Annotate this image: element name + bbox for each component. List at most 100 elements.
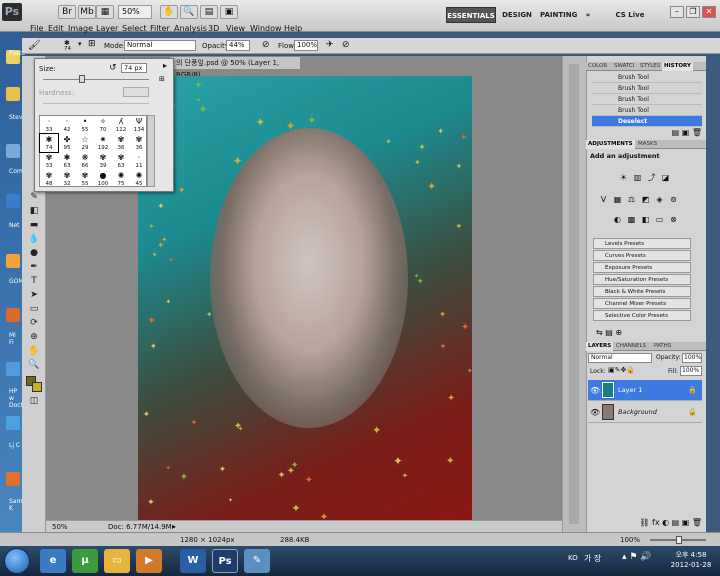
reset-size-icon[interactable]: ↺ (109, 63, 117, 73)
brush-preset-item[interactable]: • 55 (76, 116, 94, 134)
quick-mask-icon[interactable]: ◫ (27, 396, 41, 407)
document-tab[interactable]: 의 단풍잎.psd @ 50% (Layer 1, RGB/8) (170, 57, 300, 79)
workspace-design[interactable]: DESIGN (502, 7, 532, 23)
arrange-documents-button[interactable]: ▤ (200, 5, 218, 19)
system-clock[interactable]: 오후 4:58 2012-01-28 (666, 550, 716, 570)
menu-3d[interactable]: 3D (208, 24, 219, 33)
brush-preset-item[interactable]: ʎ 112 (112, 116, 130, 134)
brush-tool-icon[interactable]: 🖌 (28, 40, 41, 51)
photoshop-taskbar-icon[interactable]: Ps (212, 549, 238, 573)
levels-icon[interactable]: ▥ (632, 172, 643, 183)
posterize-icon[interactable]: ▩ (626, 214, 637, 225)
computer-icon[interactable] (6, 144, 20, 158)
word-taskbar-icon[interactable]: W (180, 549, 206, 573)
history-item[interactable]: Brush Tool (592, 105, 702, 116)
curves-icon[interactable]: ⤴ (646, 172, 657, 183)
preset-selective-color[interactable]: Selective Color Presets (593, 310, 691, 321)
selective-color-icon[interactable]: ⊗ (668, 214, 679, 225)
tab-adjustments[interactable]: ADJUSTMENTS (586, 140, 635, 149)
menu-filter[interactable]: Filter (150, 24, 170, 33)
3d-orbit-tool-icon[interactable]: ⊕ (27, 332, 41, 343)
new-preset-icon[interactable]: ⊞ (159, 75, 165, 83)
preset-curves[interactable]: Curves Presets (593, 250, 691, 261)
flow-field[interactable]: 100% (294, 40, 318, 51)
photo-filter-icon[interactable]: ◈ (654, 194, 665, 205)
tab-paths[interactable]: PATHS (652, 342, 673, 351)
tray-icons[interactable]: ▴ ⚑ 🔊 (622, 552, 652, 562)
eye-icon[interactable]: 👁 (590, 380, 600, 401)
workspace-essentials[interactable]: ESSENTIALS (446, 7, 496, 23)
media-player-taskbar-icon[interactable]: ▶ (136, 549, 162, 573)
size-field[interactable]: 74 px (121, 63, 147, 73)
brush-preset-item[interactable]: ✾ 48 (40, 170, 58, 188)
brush-preset-item[interactable]: ✷ 192 (94, 134, 112, 152)
screen-mode-button[interactable]: ▣ (220, 5, 238, 19)
eraser-tool-icon[interactable]: ◧ (27, 206, 41, 217)
brush-preset-item[interactable]: ❋ 66 (76, 152, 94, 170)
brush-preset-item[interactable]: · 33 (40, 116, 58, 134)
explorer-taskbar-icon[interactable]: ▭ (104, 549, 130, 573)
brush-preset-item[interactable]: ✾ 33 (40, 152, 58, 170)
picker-menu-icon[interactable]: ▸ (163, 61, 167, 70)
more-workspaces-icon[interactable]: » (582, 7, 594, 23)
brush-preset-item[interactable]: ✱ 74 (39, 133, 59, 153)
menu-image[interactable]: Image (68, 24, 93, 33)
tab-layers[interactable]: LAYERS (586, 342, 614, 351)
preset-hue-saturation[interactable]: Hue/Saturation Presets (593, 274, 691, 285)
workspace-painting[interactable]: PAINTING (540, 7, 577, 23)
preset-channel-mixer[interactable]: Channel Mixer Presets (593, 298, 691, 309)
blur-tool-icon[interactable]: 💧 (27, 234, 41, 245)
zoom-tool-icon[interactable]: 🔍 (27, 360, 41, 371)
menu-file[interactable]: File (30, 24, 43, 33)
canvas-scrollbar[interactable] (569, 64, 579, 524)
paint-taskbar-icon[interactable]: ✎ (244, 549, 270, 573)
zoom-slider-thumb[interactable] (676, 536, 682, 544)
brush-preset-item[interactable]: ✾ 32 (58, 170, 76, 188)
status-zoom[interactable]: 50% (52, 523, 68, 531)
path-selection-tool-icon[interactable]: ➤ (27, 290, 41, 301)
size-slider-track[interactable] (43, 79, 149, 80)
brush-preset-item[interactable]: ✺ 75 (112, 170, 130, 188)
brush-preset-item[interactable]: ✤ 95 (58, 134, 76, 152)
tab-styles[interactable]: STYLES (638, 62, 662, 71)
brush-preset-item[interactable]: Ψ 134 (130, 116, 148, 134)
layer-row-layer-1[interactable]: 👁 Layer 1 🔒 (588, 380, 702, 401)
restore-icon[interactable]: ❐ (686, 6, 700, 18)
vibrance-icon[interactable]: V (598, 194, 609, 205)
brush-preset-item[interactable]: · 42 (58, 116, 76, 134)
utorrent-taskbar-icon[interactable]: µ (72, 549, 98, 573)
brush-preset-item[interactable]: ✾ 36 (130, 134, 148, 152)
firefox-icon[interactable] (6, 308, 20, 322)
brush-preset-item[interactable]: ✱ 63 (58, 152, 76, 170)
history-footer-icons[interactable]: ▤ ▣ 🗑 (596, 128, 702, 138)
start-button[interactable] (4, 548, 30, 574)
mode-select[interactable]: Normal (124, 40, 196, 51)
menu-edit[interactable]: Edit (48, 24, 64, 33)
shape-tool-icon[interactable]: ▭ (27, 304, 41, 315)
preset-black-white[interactable]: Black & White Presets (593, 286, 691, 297)
menu-analysis[interactable]: Analysis (174, 24, 207, 33)
bridge-button[interactable]: Br (58, 5, 76, 19)
brush-preset-item[interactable]: ✾ 55 (76, 170, 94, 188)
sam-icon[interactable] (6, 472, 20, 486)
minibridge-button[interactable]: Mb (78, 5, 96, 19)
history-brush-tool-icon[interactable]: ✎ (27, 192, 41, 203)
status-menu-arrow-icon[interactable]: ▸ (172, 522, 176, 531)
brush-grid-scrollbar[interactable] (147, 115, 155, 187)
tablet-pressure-size-icon[interactable]: ⊘ (342, 40, 350, 50)
lock-icons[interactable]: ▣✎✥🔒 (608, 366, 635, 374)
tab-swatches[interactable]: SWATCI (612, 62, 636, 71)
blend-mode-select[interactable]: Normal (588, 353, 652, 363)
menu-select[interactable]: Select (122, 24, 147, 33)
dodge-tool-icon[interactable]: ● (27, 248, 41, 259)
tablet-pressure-opacity-icon[interactable]: ⊘ (262, 40, 270, 50)
app-icon[interactable] (6, 416, 20, 430)
brush-preset-item[interactable]: ✺ 45 (130, 170, 148, 188)
channel-mixer-icon[interactable]: ⊚ (668, 194, 679, 205)
hand-tool-icon[interactable]: ✋ (27, 346, 41, 357)
brush-preset-item[interactable]: ☆ 29 (76, 134, 94, 152)
tab-masks[interactable]: MASKS (636, 140, 659, 149)
brush-preset-item[interactable]: · 11 (130, 152, 148, 170)
hand-tool-button[interactable]: ✋ (160, 5, 178, 19)
history-item[interactable]: Brush Tool (592, 72, 702, 83)
